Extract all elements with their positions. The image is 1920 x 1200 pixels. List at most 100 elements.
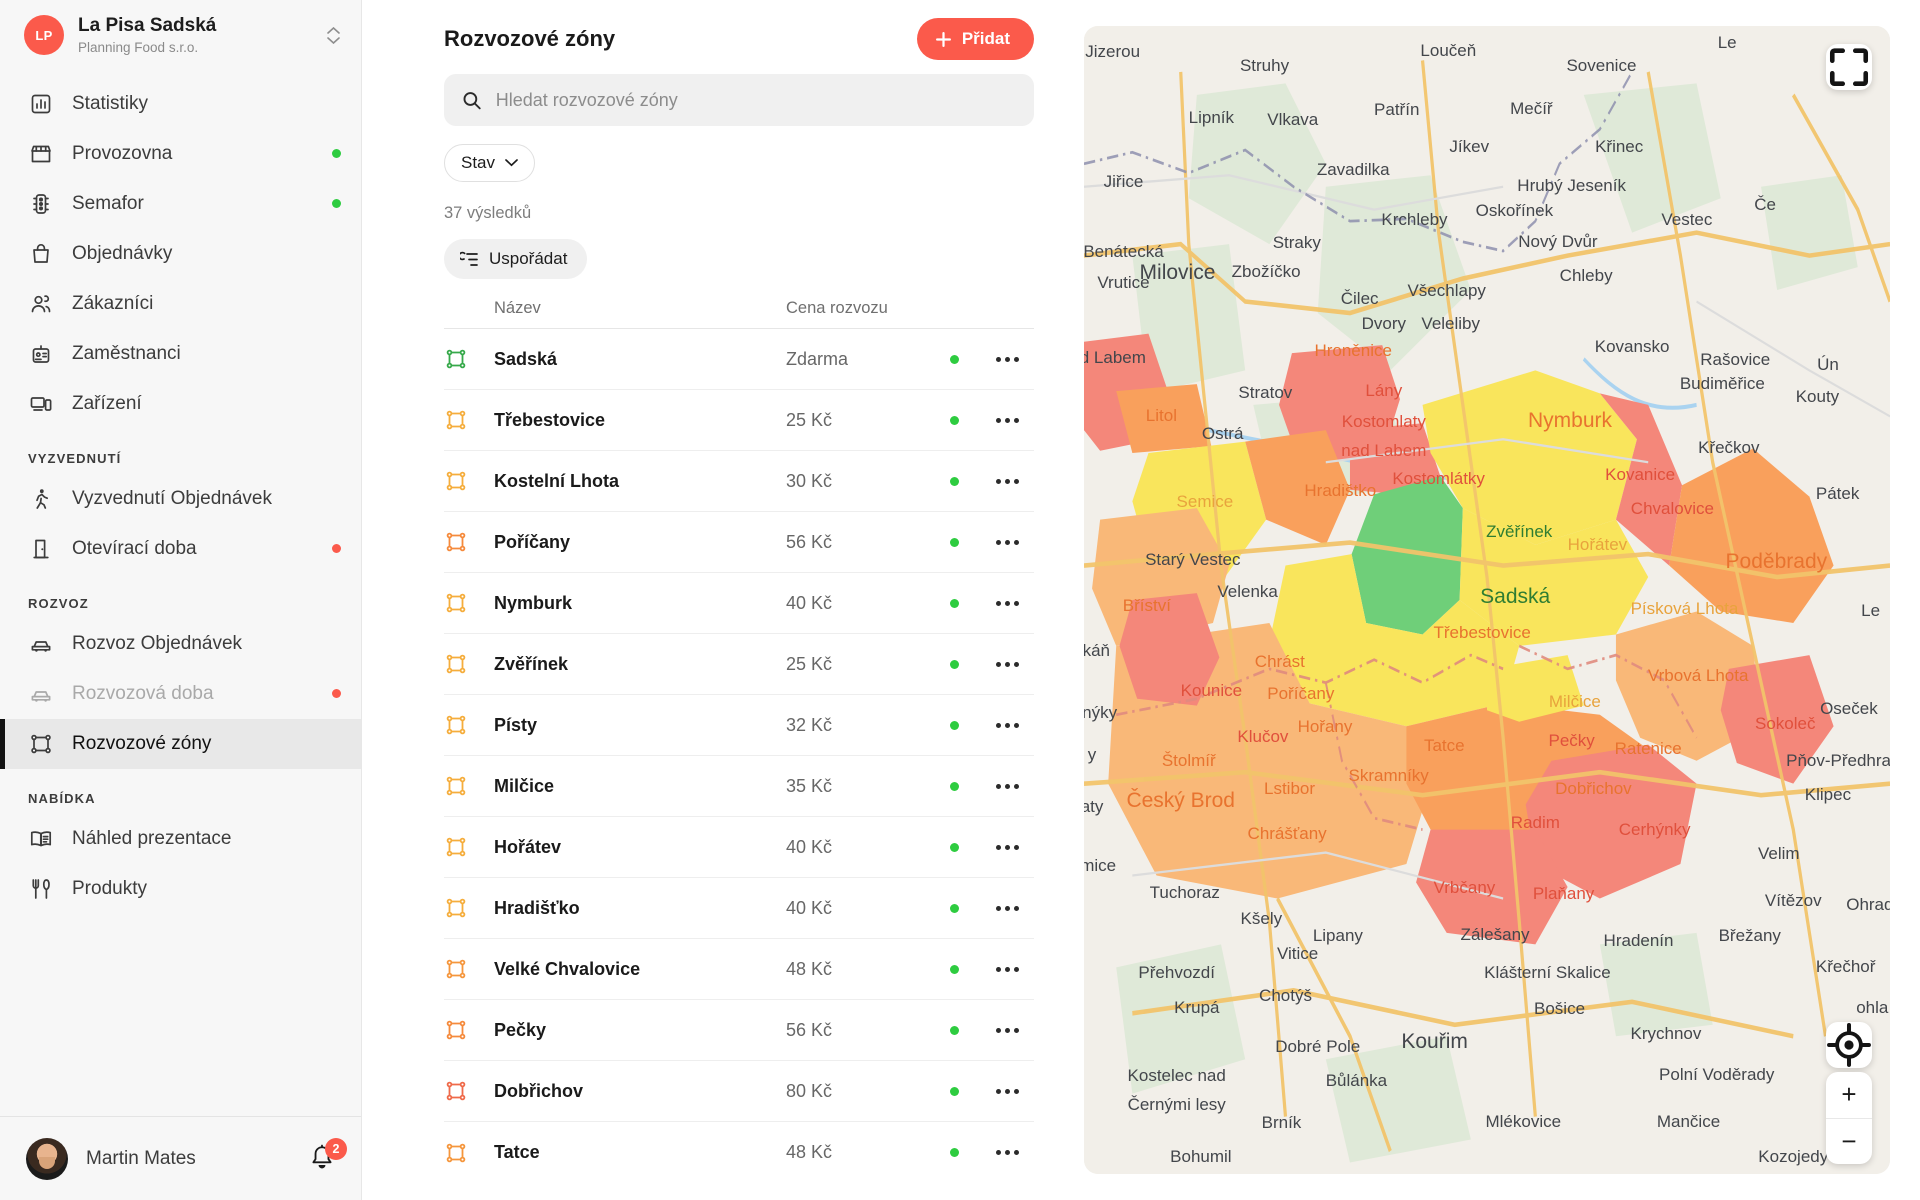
zoom-controls[interactable]: + − [1826, 1072, 1872, 1164]
sidebar-item-label: Zákazníci [72, 293, 341, 315]
sidebar-item-vyzvednut-objedn-vek[interactable]: Vyzvednutí Objednávek [0, 474, 361, 524]
store-icon [28, 141, 54, 167]
zone-price: 35 Kč [786, 776, 928, 797]
table-row[interactable]: Velké Chvalovice48 Kč [444, 939, 1034, 1000]
zone-name: Třebestovice [494, 410, 786, 431]
zone-price: 80 Kč [786, 1081, 928, 1102]
zone-price: 40 Kč [786, 898, 928, 919]
sidebar-item-rozvozov-z-ny[interactable]: Rozvozové zóny [0, 719, 361, 769]
add-zone-button[interactable]: Přidat [917, 18, 1034, 60]
pane-header: Rozvozové zóny Přidat [390, 0, 1034, 72]
sidebar-item-rozvozov-doba[interactable]: Rozvozová doba [0, 669, 361, 719]
table-row[interactable]: Nymburk40 Kč [444, 573, 1034, 634]
sidebar-item-produkty[interactable]: Produkty [0, 864, 361, 914]
zoom-out-button[interactable]: − [1826, 1119, 1872, 1165]
fullscreen-button[interactable] [1826, 44, 1872, 90]
row-actions-button[interactable] [980, 784, 1034, 789]
sidebar-item-statistiky[interactable]: Statistiky [0, 79, 361, 129]
table-row[interactable]: Poříčany56 Kč [444, 512, 1034, 573]
sidebar-item-label: Otevírací doba [72, 538, 314, 560]
sidebar-item-n-hled-prezentace[interactable]: Náhled prezentace [0, 814, 361, 864]
table-row[interactable]: Hradišťko40 Kč [444, 878, 1034, 939]
zones-table: Název Cena rozvozu SadskáZdarma Třebesto… [444, 299, 1034, 1183]
zone-icon [444, 835, 494, 859]
sidebar-item-z-kazn-ci[interactable]: Zákazníci [0, 279, 361, 329]
row-actions-button[interactable] [980, 357, 1034, 362]
locate-icon [1826, 1022, 1872, 1068]
table-body: SadskáZdarma Třebestovice25 Kč Kostelní … [444, 329, 1034, 1183]
map-canvas [1084, 26, 1890, 1174]
row-actions-button[interactable] [980, 418, 1034, 423]
row-actions-button[interactable] [980, 845, 1034, 850]
zone-price: 48 Kč [786, 1142, 928, 1163]
filter-row: Stav [444, 144, 1034, 182]
sidebar-item-provozovna[interactable]: Provozovna [0, 129, 361, 179]
table-row[interactable]: SadskáZdarma [444, 329, 1034, 390]
table-row[interactable]: Pečky56 Kč [444, 1000, 1034, 1061]
brand-switcher[interactable]: LP La Pisa Sadská Planning Food s.r.o. [0, 0, 361, 71]
car-icon [28, 631, 54, 657]
zone-name: Poříčany [494, 532, 786, 553]
search-box[interactable] [444, 74, 1034, 126]
row-actions-button[interactable] [980, 906, 1034, 911]
row-actions-button[interactable] [980, 601, 1034, 606]
zoom-in-button[interactable]: + [1826, 1072, 1872, 1119]
zone-price: 25 Kč [786, 654, 928, 675]
sidebar-item-zam-stnanci[interactable]: Zaměstnanci [0, 329, 361, 379]
row-actions-button[interactable] [980, 662, 1034, 667]
zones-list-pane: Rozvozové zóny Přidat Stav 37 výsledků [362, 0, 1062, 1200]
sidebar-item-za-zen[interactable]: Zařízení [0, 379, 361, 429]
row-actions-button[interactable] [980, 1028, 1034, 1033]
table-row[interactable]: Zvěřínek25 Kč [444, 634, 1034, 695]
row-actions-button[interactable] [980, 479, 1034, 484]
table-row[interactable]: Dobřichov80 Kč [444, 1061, 1034, 1122]
table-row[interactable]: Kostelní Lhota30 Kč [444, 451, 1034, 512]
state-filter-dropdown[interactable]: Stav [444, 144, 535, 182]
row-actions-button[interactable] [980, 1150, 1034, 1155]
row-actions-button[interactable] [980, 967, 1034, 972]
zone-name: Pečky [494, 1020, 786, 1041]
row-actions-button[interactable] [980, 540, 1034, 545]
table-row[interactable]: Třebestovice25 Kč [444, 390, 1034, 451]
column-header-name: Název [444, 299, 786, 318]
table-row[interactable]: Tatce48 Kč [444, 1122, 1034, 1183]
sort-button[interactable]: Uspořádat [444, 239, 587, 279]
status-badge [928, 660, 980, 669]
locate-button[interactable] [1826, 1022, 1872, 1068]
zone-icon [444, 347, 494, 371]
sidebar-item-semafor[interactable]: Semafor [0, 179, 361, 229]
sort-icon [460, 251, 479, 268]
zone-price: 25 Kč [786, 410, 928, 431]
sidebar-item-label: Rozvoz Objednávek [72, 633, 341, 655]
zone-price: 56 Kč [786, 1020, 928, 1041]
status-badge [928, 782, 980, 791]
zone-name: Dobřichov [494, 1081, 786, 1102]
row-actions-button[interactable] [980, 723, 1034, 728]
table-row[interactable]: Hořátev40 Kč [444, 817, 1034, 878]
status-badge [928, 477, 980, 486]
sidebar-item-otev-rac-doba[interactable]: Otevírací doba [0, 524, 361, 574]
zone-icon [444, 591, 494, 615]
sidebar-item-objedn-vky[interactable]: Objednávky [0, 229, 361, 279]
table-row[interactable]: Milčice35 Kč [444, 756, 1034, 817]
zone-icon [444, 469, 494, 493]
brand-name: La Pisa Sadská [78, 14, 311, 38]
zone-icon [444, 530, 494, 554]
row-actions-button[interactable] [980, 1089, 1034, 1094]
zone-name: Tatce [494, 1142, 786, 1163]
notifications-button[interactable]: 2 [309, 1144, 339, 1174]
sidebar-footer: Martin Mates 2 [0, 1116, 361, 1200]
zone-name: Milčice [494, 776, 786, 797]
zone-icon [444, 408, 494, 432]
delivery-zones-map[interactable]: nad JizerouStruhyLoučeňSoveniceLeLipníkV… [1084, 26, 1890, 1174]
sidebar: LP La Pisa Sadská Planning Food s.r.o. S… [0, 0, 362, 1200]
avatar[interactable] [26, 1138, 68, 1180]
status-badge [928, 1148, 980, 1157]
sidebar-item-label: Rozvozová doba [72, 683, 314, 705]
sidebar-item-rozvoz-objedn-vek[interactable]: Rozvoz Objednávek [0, 619, 361, 669]
notification-badge: 2 [325, 1138, 347, 1160]
state-filter-label: Stav [461, 153, 495, 173]
search-input[interactable] [496, 90, 1016, 111]
table-row[interactable]: Písty32 Kč [444, 695, 1034, 756]
bag-icon [28, 241, 54, 267]
